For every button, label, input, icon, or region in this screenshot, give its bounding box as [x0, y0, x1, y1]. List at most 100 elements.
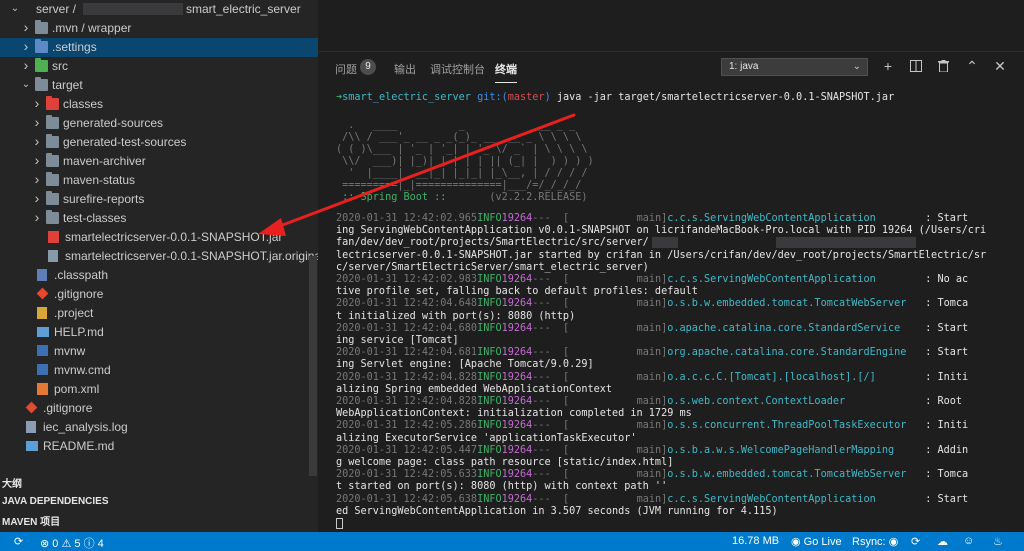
- terminal-line: 2020-01-31 12:42:02.983INFO19264--- [ ma…: [336, 274, 968, 286]
- terminal-line: c/server/SmartElectricServer/smart_elect…: [336, 262, 649, 274]
- tree-item[interactable]: iec_analysis.log: [0, 418, 318, 437]
- spring-banner-line: /\\ / ___'_ __ _ _(_)_ __ __ _ \ \ \ \: [336, 132, 582, 143]
- tree-item[interactable]: › maven-archiver: [0, 152, 318, 171]
- tree-item-label: HELP.md: [54, 325, 104, 339]
- sidebar-section-header[interactable]: MAVEN 项目: [0, 511, 318, 530]
- chevron-down-icon[interactable]: ⌄: [21, 80, 31, 90]
- tweet-icon[interactable]: ☁: [937, 535, 948, 548]
- close-icon[interactable]: ✕: [992, 57, 1008, 75]
- chevron-right-icon[interactable]: ›: [32, 191, 42, 205]
- tree-item[interactable]: pom.xml: [0, 380, 318, 399]
- log-thread: --- [ main]: [532, 274, 668, 285]
- log-level: INFO: [477, 274, 502, 285]
- chevron-up-icon[interactable]: ⌃: [964, 57, 980, 75]
- tab-output[interactable]: 输出: [394, 61, 416, 77]
- tree-item[interactable]: › test-classes: [0, 209, 318, 228]
- rsync-status[interactable]: Rsync: ◉: [852, 535, 898, 548]
- tree-item[interactable]: › classes: [0, 95, 318, 114]
- chevron-right-icon[interactable]: ›: [32, 115, 42, 129]
- sidebar-section-header[interactable]: JAVA DEPENDENCIES: [0, 492, 318, 511]
- split-icon[interactable]: [908, 57, 924, 75]
- terminal-line: tive profile set, falling back to defaul…: [336, 286, 698, 298]
- log-logger: c.c.s.ServingWebContentApplication: [667, 274, 876, 285]
- tree-item[interactable]: HELP.md: [0, 323, 318, 342]
- log-message: lectricserver-0.0.1-SNAPSHOT.jar started…: [336, 249, 987, 261]
- tree-item[interactable]: .gitignore: [0, 285, 318, 304]
- log-message-start: : Start: [925, 322, 969, 334]
- tree-item[interactable]: › surefire-reports: [0, 190, 318, 209]
- tree-item[interactable]: smartelectricserver-0.0.1-SNAPSHOT.jar: [0, 228, 318, 247]
- chevron-right-icon[interactable]: ›: [21, 39, 31, 53]
- go-live-button[interactable]: ◉ Go Live: [791, 535, 842, 548]
- folder-icon: [46, 191, 59, 205]
- log-thread: --- [ main]: [532, 322, 668, 334]
- tree-item-label: generated-test-sources: [63, 135, 187, 149]
- log-level: INFO: [477, 371, 502, 383]
- chevron-right-icon[interactable]: ›: [32, 134, 42, 148]
- tab-problems[interactable]: 问题: [335, 61, 357, 77]
- error-count: 0: [52, 538, 59, 550]
- chevron-right-icon[interactable]: ›: [21, 58, 31, 72]
- chevron-down-icon: ⌄: [852, 61, 861, 72]
- log-pid: 19264: [501, 213, 533, 224]
- tree-item[interactable]: › maven-status: [0, 171, 318, 190]
- tree-item[interactable]: › src: [0, 57, 318, 76]
- chevron-right-icon[interactable]: ›: [21, 20, 31, 34]
- problems-status[interactable]: ⊗ 0 ⚠ 5 ⓘ 4: [40, 535, 104, 551]
- sidebar-scrollbar[interactable]: [309, 256, 317, 476]
- terminal-line: 2020-01-31 12:42:04.828INFO19264--- [ ma…: [336, 372, 968, 384]
- tree-item[interactable]: ⌄ server / smart_electric_server: [0, 0, 318, 19]
- log-timestamp: 2020-01-31 12:42:05.633: [336, 469, 478, 481]
- terminal-line: \\/ ___)| |_)| | | | | || (_| | ) ) ) ): [336, 156, 593, 168]
- bell-icon[interactable]: ♨: [993, 535, 1003, 548]
- terminal-line: 2020-01-31 12:42:05.638INFO19264--- [ ma…: [336, 494, 968, 506]
- person-icon[interactable]: ☺: [963, 535, 974, 547]
- log-timestamp: 2020-01-31 12:42:05.447: [336, 444, 478, 456]
- file-project-icon: [37, 307, 47, 319]
- tab-debug-console[interactable]: 调试控制台: [430, 61, 485, 77]
- file-sh-icon: [37, 364, 48, 375]
- tab-terminal[interactable]: 终端: [495, 61, 517, 83]
- sync-icon[interactable]: ⟳: [14, 535, 23, 548]
- log-message: ed ServingWebContentApplication in 3.507…: [336, 505, 778, 517]
- tree-item[interactable]: smartelectricserver-0.0.1-SNAPSHOT.jar.o…: [0, 247, 318, 266]
- tree-item[interactable]: README.md: [0, 437, 318, 456]
- tree-item[interactable]: ⌄ target: [0, 76, 318, 95]
- spring-banner-line: . ____ _ __ _ _: [336, 120, 576, 131]
- terminal-line: ➜smart_electric_server git:(master) java…: [336, 92, 894, 104]
- spring-banner-line: =========|_|==============|___/=/_/_/_/: [336, 180, 582, 191]
- log-thread: --- [ main]: [532, 213, 668, 224]
- terminal-line: t initialized with port(s): 8080 (http): [336, 311, 575, 323]
- log-logger: o.apache.catalina.core.StandardService: [667, 322, 901, 334]
- tree-item-label: classes: [63, 97, 104, 111]
- tree-item[interactable]: › generated-test-sources: [0, 133, 318, 152]
- chevron-right-icon[interactable]: ›: [32, 172, 42, 186]
- chevron-right-icon[interactable]: ›: [32, 153, 42, 167]
- chevron-right-icon[interactable]: ›: [32, 210, 42, 224]
- chevron-down-icon[interactable]: ⌄: [10, 4, 20, 14]
- terminal-line: =========|_|==============|___/=/_/_/_/: [336, 180, 581, 192]
- tree-item[interactable]: mvnw.cmd: [0, 361, 318, 380]
- file-classpath-icon: [37, 269, 47, 281]
- terminal-select[interactable]: 1: java ⌄: [721, 58, 868, 76]
- trash-icon[interactable]: [935, 57, 951, 75]
- file-jar-icon: [48, 231, 59, 243]
- plus-icon[interactable]: +: [880, 57, 896, 75]
- log-logger: o.a.c.c.C.[Tomcat].[localhost].[/]: [667, 371, 876, 383]
- tree-item[interactable]: › .mvn / wrapper: [0, 19, 318, 38]
- sidebar-section-header[interactable]: 大纲: [0, 473, 318, 492]
- tree-item[interactable]: mvnw: [0, 342, 318, 361]
- refresh-icon[interactable]: ⟳: [911, 535, 920, 548]
- terminal-line: ing Servlet engine: [Apache Tomcat/9.0.2…: [336, 359, 594, 371]
- log-logger: o.s.b.a.w.s.WelcomePageHandlerMapping: [667, 444, 895, 456]
- tree-item[interactable]: .project: [0, 304, 318, 323]
- chevron-right-icon[interactable]: ›: [32, 96, 42, 110]
- log-timestamp: 2020-01-31 12:42:04.828: [336, 371, 478, 383]
- tree-item[interactable]: › generated-sources: [0, 114, 318, 133]
- log-message-start: : Root: [925, 396, 963, 407]
- tree-item[interactable]: › .settings: [0, 38, 318, 57]
- tree-item[interactable]: .classpath: [0, 266, 318, 285]
- log-timestamp: 2020-01-31 12:42:04.681: [336, 347, 478, 359]
- log-level: INFO: [477, 420, 502, 432]
- tree-item[interactable]: .gitignore: [0, 399, 318, 418]
